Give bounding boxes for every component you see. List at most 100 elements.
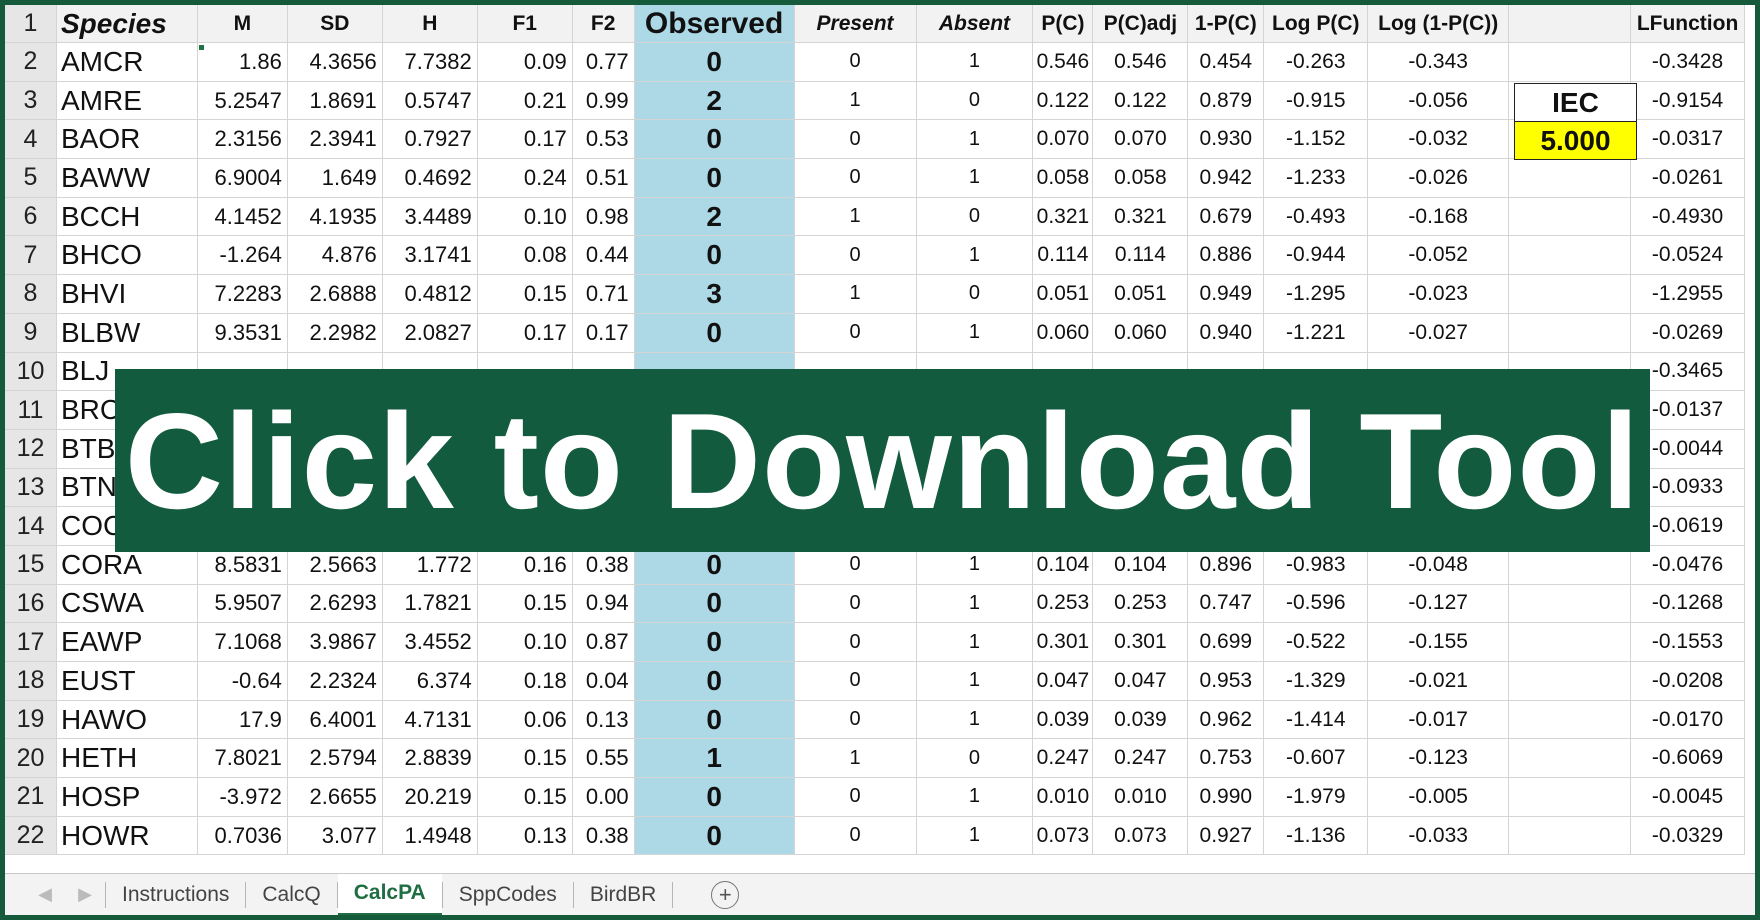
cell-present[interactable]: 0 xyxy=(795,623,917,661)
row-header[interactable]: 3 xyxy=(5,81,57,120)
cell-one-minus-pc[interactable]: 0.454 xyxy=(1188,43,1265,81)
cell-log-pc[interactable]: -0.944 xyxy=(1264,236,1369,275)
cell-absent[interactable]: 1 xyxy=(917,700,1034,739)
row-header[interactable]: 10 xyxy=(5,352,57,391)
cell-species[interactable]: BAOR xyxy=(57,120,198,159)
cell-pcadj[interactable]: 0.321 xyxy=(1093,197,1189,236)
cell-log-pc[interactable]: -0.263 xyxy=(1264,43,1369,81)
cell-absent[interactable]: 1 xyxy=(917,816,1034,855)
cell-present[interactable]: 0 xyxy=(795,159,917,197)
cell-log-pc[interactable]: -1.295 xyxy=(1264,275,1369,313)
cell-observed[interactable]: 0 xyxy=(634,584,795,623)
cell-observed[interactable]: 0 xyxy=(634,778,795,816)
cell-f2[interactable]: 0.77 xyxy=(573,43,635,81)
cell-m[interactable]: 17.9 xyxy=(198,700,288,739)
cell-observed[interactable]: 0 xyxy=(634,662,795,700)
cell-sd[interactable]: 3.077 xyxy=(288,816,383,855)
row-header[interactable]: 11 xyxy=(5,391,57,429)
header-pc[interactable]: P(C) xyxy=(1033,5,1094,42)
cell-f1[interactable]: 0.18 xyxy=(478,662,573,700)
cell-present[interactable]: 1 xyxy=(795,197,917,236)
cell-one-minus-pc[interactable]: 0.990 xyxy=(1188,778,1265,816)
cell-species[interactable]: AMRE xyxy=(57,81,198,120)
cell-log-one-minus-pc[interactable]: -0.027 xyxy=(1368,313,1510,352)
cell-absent[interactable]: 1 xyxy=(917,313,1034,352)
header-f2[interactable]: F2 xyxy=(572,5,635,42)
empty-cell[interactable] xyxy=(1509,584,1632,623)
cell-f1[interactable]: 0.13 xyxy=(478,816,573,855)
cell-present[interactable]: 0 xyxy=(795,662,917,700)
cell-f1[interactable]: 0.15 xyxy=(478,739,573,778)
cell-h[interactable]: 1.4948 xyxy=(383,816,478,855)
row-header[interactable]: 17 xyxy=(5,623,57,661)
cell-lfunction[interactable]: -0.6069 xyxy=(1631,739,1746,778)
header-h[interactable]: H xyxy=(382,5,478,42)
cell-sd[interactable]: 2.2324 xyxy=(288,662,383,700)
cell-sd[interactable]: 3.9867 xyxy=(288,623,383,661)
cell-log-pc[interactable]: -1.979 xyxy=(1264,778,1369,816)
chevron-left-icon[interactable]: ◀ xyxy=(25,884,65,905)
cell-pc[interactable]: 0.047 xyxy=(1033,662,1094,700)
cell-observed[interactable]: 0 xyxy=(634,120,795,159)
row-header[interactable]: 5 xyxy=(5,159,57,197)
empty-cell[interactable] xyxy=(1509,313,1632,352)
tab-calcq[interactable]: CalcQ xyxy=(246,874,336,916)
empty-cell[interactable] xyxy=(1509,275,1632,313)
cell-lfunction[interactable]: -0.0170 xyxy=(1631,700,1746,739)
cell-sd[interactable]: 4.3656 xyxy=(288,43,383,81)
cell-lfunction[interactable]: -0.1553 xyxy=(1631,623,1746,661)
header-f1[interactable]: F1 xyxy=(477,5,573,42)
cell-lfunction[interactable]: -0.0045 xyxy=(1631,778,1746,816)
download-banner[interactable]: Click to Download Tool xyxy=(115,369,1650,552)
cell-observed[interactable]: 3 xyxy=(634,275,795,313)
cell-present[interactable]: 0 xyxy=(795,43,917,81)
cell-log-pc[interactable]: -0.596 xyxy=(1264,584,1369,623)
cell-m[interactable]: 2.3156 xyxy=(198,120,288,159)
cell-lfunction[interactable]: -0.0208 xyxy=(1631,662,1746,700)
cell-absent[interactable]: 1 xyxy=(917,159,1034,197)
cell-species[interactable]: BAWW xyxy=(57,159,198,197)
cell-present[interactable]: 0 xyxy=(795,584,917,623)
cell-absent[interactable]: 0 xyxy=(917,81,1034,120)
cell-pc[interactable]: 0.114 xyxy=(1033,236,1094,275)
cell-m[interactable]: 5.2547 xyxy=(198,81,288,120)
cell-pc[interactable]: 0.058 xyxy=(1033,159,1094,197)
empty-cell[interactable] xyxy=(1509,159,1632,197)
cell-m[interactable]: 1.86 xyxy=(198,43,288,81)
cell-one-minus-pc[interactable]: 0.942 xyxy=(1188,159,1265,197)
cell-sd[interactable]: 4.1935 xyxy=(288,197,383,236)
cell-pcadj[interactable]: 0.073 xyxy=(1093,816,1189,855)
cell-h[interactable]: 0.5747 xyxy=(383,81,478,120)
cell-present[interactable]: 0 xyxy=(795,313,917,352)
cell-m[interactable]: 7.8021 xyxy=(198,739,288,778)
empty-cell[interactable] xyxy=(1509,623,1632,661)
cell-f2[interactable]: 0.99 xyxy=(573,81,635,120)
cell-species[interactable]: HAWO xyxy=(57,700,198,739)
cell-present[interactable]: 1 xyxy=(795,81,917,120)
cell-one-minus-pc[interactable]: 0.879 xyxy=(1188,81,1265,120)
cell-species[interactable]: AMCR xyxy=(57,43,198,81)
cell-f1[interactable]: 0.09 xyxy=(478,43,573,81)
cell-h[interactable]: 7.7382 xyxy=(383,43,478,81)
cell-one-minus-pc[interactable]: 0.886 xyxy=(1188,236,1265,275)
cell-observed[interactable]: 0 xyxy=(634,816,795,855)
cell-m[interactable]: 9.3531 xyxy=(198,313,288,352)
cell-f2[interactable]: 0.04 xyxy=(573,662,635,700)
cell-pc[interactable]: 0.010 xyxy=(1033,778,1094,816)
cell-lfunction[interactable]: -0.9154 xyxy=(1631,81,1746,120)
tab-sppcodes[interactable]: SppCodes xyxy=(443,874,573,916)
cell-lfunction[interactable]: -0.3428 xyxy=(1631,43,1746,81)
cell-sd[interactable]: 6.4001 xyxy=(288,700,383,739)
cell-pcadj[interactable]: 0.546 xyxy=(1093,43,1189,81)
cell-pcadj[interactable]: 0.122 xyxy=(1093,81,1189,120)
cell-species[interactable]: BHCO xyxy=(57,236,198,275)
cell-f1[interactable]: 0.15 xyxy=(478,275,573,313)
cell-pcadj[interactable]: 0.060 xyxy=(1093,313,1189,352)
cell-lfunction[interactable]: -1.2955 xyxy=(1631,275,1746,313)
cell-pc[interactable]: 0.039 xyxy=(1033,700,1094,739)
cell-species[interactable]: BLBW xyxy=(57,313,198,352)
cell-f1[interactable]: 0.08 xyxy=(478,236,573,275)
cell-present[interactable]: 0 xyxy=(795,120,917,159)
cell-observed[interactable]: 0 xyxy=(634,43,795,81)
cell-h[interactable]: 1.7821 xyxy=(383,584,478,623)
